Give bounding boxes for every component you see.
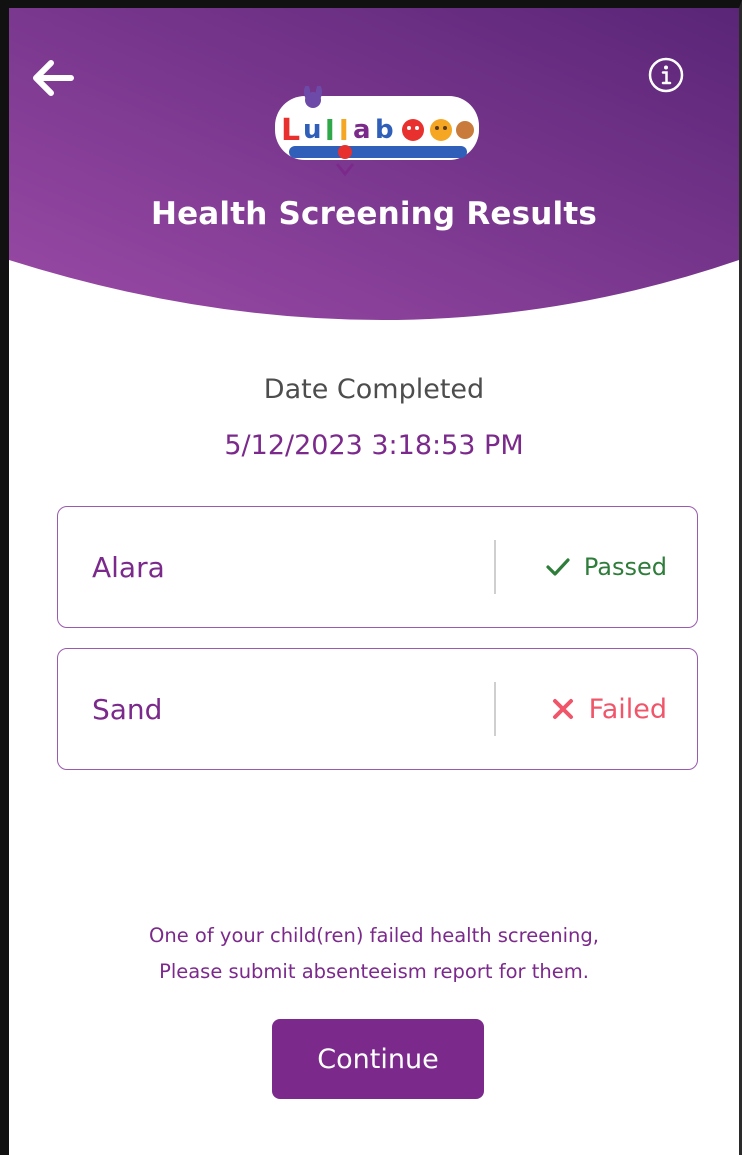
svg-text:u: u xyxy=(303,115,322,145)
status-failed: Failed xyxy=(551,649,667,769)
back-arrow-icon[interactable] xyxy=(27,52,79,104)
card-divider xyxy=(494,682,496,736)
app-screen: L u l l a b Health Screening Results Dat… xyxy=(0,0,742,1155)
info-icon[interactable] xyxy=(647,56,685,94)
date-completed-value: 5/12/2023 3:18:53 PM xyxy=(224,430,524,461)
card-divider xyxy=(494,540,496,594)
continue-button[interactable]: Continue xyxy=(272,1019,484,1099)
x-icon xyxy=(552,699,573,719)
svg-text:a: a xyxy=(353,115,371,145)
svg-text:l: l xyxy=(339,114,349,147)
page-title: Health Screening Results xyxy=(150,196,598,232)
child-name: Sand xyxy=(92,692,163,726)
failure-message: One of your child(ren) failed health scr… xyxy=(9,918,739,990)
failure-message-line2: Please submit absenteeism report for the… xyxy=(159,960,589,983)
result-card-alara[interactable]: Alara Passed xyxy=(57,506,698,628)
lullaboo-logo: L u l l a b xyxy=(267,85,489,178)
date-completed-label: Date Completed xyxy=(263,374,485,405)
svg-text:l: l xyxy=(325,114,335,147)
failure-message-line1: One of your child(ren) failed health scr… xyxy=(149,924,599,947)
header-banner: L u l l a b Health Screening Results xyxy=(9,8,739,338)
status-passed: Passed xyxy=(546,507,667,627)
status-label: Passed xyxy=(583,553,667,581)
child-name: Alara xyxy=(92,550,165,584)
status-label: Failed xyxy=(588,693,667,725)
result-card-sand[interactable]: Sand Failed xyxy=(57,648,698,770)
check-icon xyxy=(546,558,570,576)
svg-text:b: b xyxy=(375,115,394,145)
svg-text:L: L xyxy=(281,113,300,148)
